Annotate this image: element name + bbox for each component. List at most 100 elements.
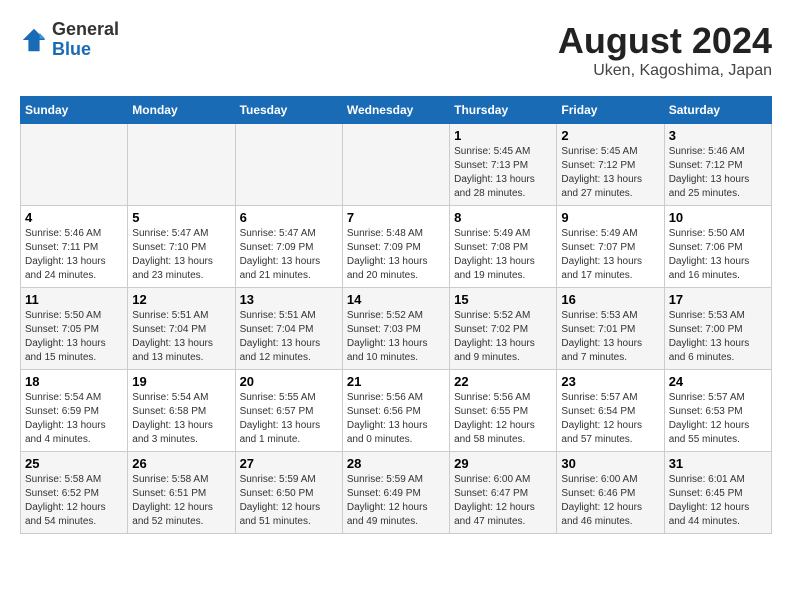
day-info: Sunrise: 5:46 AM Sunset: 7:11 PM Dayligh… [25,227,123,283]
day-cell: 2 Sunrise: 5:45 AM Sunset: 7:12 PM Daylig… [557,124,664,206]
day-info: Sunrise: 5:48 AM Sunset: 7:09 PM Dayligh… [347,227,445,283]
day-info: Sunrise: 5:58 AM Sunset: 6:52 PM Dayligh… [25,473,123,529]
logo-text: General Blue [52,20,119,60]
day-cell: 7 Sunrise: 5:48 AM Sunset: 7:09 PM Daylig… [342,206,449,288]
day-number: 3 [669,128,767,143]
day-cell: 8 Sunrise: 5:49 AM Sunset: 7:08 PM Daylig… [450,206,557,288]
day-number: 16 [561,292,659,307]
day-number: 2 [561,128,659,143]
day-number: 4 [25,210,123,225]
page-title: August 2024 [558,20,772,62]
day-number: 20 [240,374,338,389]
day-number: 30 [561,456,659,471]
day-cell: 28Sunrise: 5:59 AM Sunset: 6:49 PM Dayli… [342,452,449,534]
day-number: 12 [132,292,230,307]
day-number: 8 [454,210,552,225]
day-info: Sunrise: 6:01 AM Sunset: 6:45 PM Dayligh… [669,473,767,529]
day-cell [21,124,128,206]
logo-icon [20,26,48,54]
day-number: 7 [347,210,445,225]
day-number: 15 [454,292,552,307]
logo: General Blue [20,20,119,60]
day-info: Sunrise: 5:49 AM Sunset: 7:07 PM Dayligh… [561,227,659,283]
day-info: Sunrise: 5:47 AM Sunset: 7:10 PM Dayligh… [132,227,230,283]
day-info: Sunrise: 5:50 AM Sunset: 7:05 PM Dayligh… [25,309,123,365]
day-cell [342,124,449,206]
day-info: Sunrise: 5:56 AM Sunset: 6:55 PM Dayligh… [454,391,552,447]
day-cell: 17Sunrise: 5:53 AM Sunset: 7:00 PM Dayli… [664,288,771,370]
day-info: Sunrise: 5:59 AM Sunset: 6:50 PM Dayligh… [240,473,338,529]
week-row-3: 11 Sunrise: 5:50 AM Sunset: 7:05 PM Dayli… [21,288,772,370]
day-number: 6 [240,210,338,225]
week-row-5: 25 Sunrise: 5:58 AM Sunset: 6:52 PM Dayli… [21,452,772,534]
day-cell: 14Sunrise: 5:52 AM Sunset: 7:03 PM Dayli… [342,288,449,370]
day-info: Sunrise: 5:45 AM Sunset: 7:12 PM Dayligh… [561,145,659,201]
week-row-1: 1 Sunrise: 5:45 AM Sunset: 7:13 PM Daylig… [21,124,772,206]
day-number: 18 [25,374,123,389]
day-info: Sunrise: 5:53 AM Sunset: 7:00 PM Dayligh… [669,309,767,365]
day-cell: 3Sunrise: 5:46 AM Sunset: 7:12 PM Daylig… [664,124,771,206]
day-cell: 24 Sunrise: 5:57 AM Sunset: 6:53 PM Dayli… [664,370,771,452]
day-number: 24 [669,374,767,389]
col-header-tuesday: Tuesday [235,97,342,124]
day-info: Sunrise: 5:54 AM Sunset: 6:58 PM Dayligh… [132,391,230,447]
day-cell: 18 Sunrise: 5:54 AM Sunset: 6:59 PM Dayli… [21,370,128,452]
day-info: Sunrise: 5:59 AM Sunset: 6:49 PM Dayligh… [347,473,445,529]
day-number: 9 [561,210,659,225]
col-header-sunday: Sunday [21,97,128,124]
calendar-table: SundayMondayTuesdayWednesdayThursdayFrid… [20,96,772,534]
day-info: Sunrise: 5:50 AM Sunset: 7:06 PM Dayligh… [669,227,767,283]
day-cell: 1 Sunrise: 5:45 AM Sunset: 7:13 PM Daylig… [450,124,557,206]
col-header-thursday: Thursday [450,97,557,124]
day-info: Sunrise: 5:53 AM Sunset: 7:01 PM Dayligh… [561,309,659,365]
day-info: Sunrise: 5:49 AM Sunset: 7:08 PM Dayligh… [454,227,552,283]
day-info: Sunrise: 5:52 AM Sunset: 7:02 PM Dayligh… [454,309,552,365]
day-info: Sunrise: 5:45 AM Sunset: 7:13 PM Dayligh… [454,145,552,201]
day-number: 11 [25,292,123,307]
day-number: 27 [240,456,338,471]
day-number: 22 [454,374,552,389]
day-number: 1 [454,128,552,143]
day-info: Sunrise: 5:57 AM Sunset: 6:53 PM Dayligh… [669,391,767,447]
day-cell: 23 Sunrise: 5:57 AM Sunset: 6:54 PM Dayli… [557,370,664,452]
day-cell: 12 Sunrise: 5:51 AM Sunset: 7:04 PM Dayli… [128,288,235,370]
day-info: Sunrise: 5:54 AM Sunset: 6:59 PM Dayligh… [25,391,123,447]
day-cell: 13 Sunrise: 5:51 AM Sunset: 7:04 PM Dayli… [235,288,342,370]
day-cell: 11 Sunrise: 5:50 AM Sunset: 7:05 PM Dayli… [21,288,128,370]
title-block: August 2024 Uken, Kagoshima, Japan [558,20,772,80]
day-number: 29 [454,456,552,471]
day-info: Sunrise: 5:57 AM Sunset: 6:54 PM Dayligh… [561,391,659,447]
page-subtitle: Uken, Kagoshima, Japan [558,62,772,80]
day-cell [235,124,342,206]
day-number: 5 [132,210,230,225]
day-cell: 20Sunrise: 5:55 AM Sunset: 6:57 PM Dayli… [235,370,342,452]
day-cell: 29 Sunrise: 6:00 AM Sunset: 6:47 PM Dayli… [450,452,557,534]
day-info: Sunrise: 5:58 AM Sunset: 6:51 PM Dayligh… [132,473,230,529]
page-header: General Blue August 2024 Uken, Kagoshima… [20,20,772,80]
day-number: 13 [240,292,338,307]
day-number: 23 [561,374,659,389]
day-number: 25 [25,456,123,471]
week-row-4: 18 Sunrise: 5:54 AM Sunset: 6:59 PM Dayli… [21,370,772,452]
col-header-monday: Monday [128,97,235,124]
day-info: Sunrise: 6:00 AM Sunset: 6:46 PM Dayligh… [561,473,659,529]
day-number: 19 [132,374,230,389]
day-cell: 22 Sunrise: 5:56 AM Sunset: 6:55 PM Dayli… [450,370,557,452]
week-row-2: 4 Sunrise: 5:46 AM Sunset: 7:11 PM Daylig… [21,206,772,288]
day-cell: 27 Sunrise: 5:59 AM Sunset: 6:50 PM Dayli… [235,452,342,534]
day-cell: 25 Sunrise: 5:58 AM Sunset: 6:52 PM Dayli… [21,452,128,534]
col-header-wednesday: Wednesday [342,97,449,124]
day-cell: 16 Sunrise: 5:53 AM Sunset: 7:01 PM Dayli… [557,288,664,370]
day-cell: 10 Sunrise: 5:50 AM Sunset: 7:06 PM Dayli… [664,206,771,288]
day-info: Sunrise: 6:00 AM Sunset: 6:47 PM Dayligh… [454,473,552,529]
day-info: Sunrise: 5:51 AM Sunset: 7:04 PM Dayligh… [240,309,338,365]
day-number: 10 [669,210,767,225]
day-info: Sunrise: 5:51 AM Sunset: 7:04 PM Dayligh… [132,309,230,365]
day-cell: 21Sunrise: 5:56 AM Sunset: 6:56 PM Dayli… [342,370,449,452]
day-number: 26 [132,456,230,471]
day-number: 21 [347,374,445,389]
day-cell: 26 Sunrise: 5:58 AM Sunset: 6:51 PM Dayli… [128,452,235,534]
day-cell: 30 Sunrise: 6:00 AM Sunset: 6:46 PM Dayli… [557,452,664,534]
day-cell: 9 Sunrise: 5:49 AM Sunset: 7:07 PM Daylig… [557,206,664,288]
day-info: Sunrise: 5:47 AM Sunset: 7:09 PM Dayligh… [240,227,338,283]
